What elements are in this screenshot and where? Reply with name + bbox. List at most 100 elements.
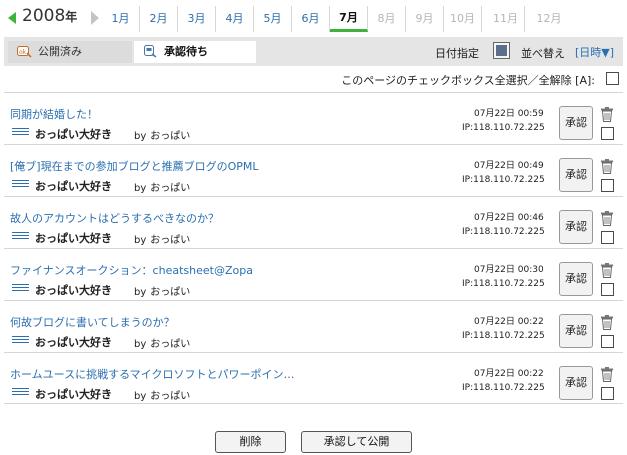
entry-title-link[interactable]: [俺ブ]現在までの参加ブログと推薦ブログのOPML xyxy=(10,158,259,174)
date-filter-label: 日付指定 xyxy=(435,47,479,60)
blog-name[interactable]: おっぱい大好き xyxy=(35,282,112,298)
entry-checkbox[interactable] xyxy=(601,231,614,244)
entry-ip: IP:118.110.72.225 xyxy=(462,279,545,289)
approve-button[interactable]: 承認 xyxy=(559,106,593,140)
month-tab-6[interactable]: 6月 xyxy=(292,6,330,32)
entry-title-link[interactable]: 故人のアカウントはどうするべきなのか？ xyxy=(10,210,219,226)
approve-button[interactable]: 承認 xyxy=(559,262,593,296)
month-tab-4[interactable]: 4月 xyxy=(216,6,254,32)
entry-checkbox[interactable] xyxy=(601,335,614,348)
by-label: by xyxy=(134,287,147,298)
byline: by おっぱい xyxy=(134,387,190,402)
entry-checkbox[interactable] xyxy=(601,127,614,140)
entry-checkbox[interactable] xyxy=(601,179,614,192)
byline: by おっぱい xyxy=(134,127,190,142)
entry-date: 07月22日 00:22 xyxy=(474,317,544,327)
year-label: 2008年 xyxy=(22,6,77,26)
byline: by おっぱい xyxy=(134,283,190,298)
blog-entry-icon xyxy=(12,180,29,189)
trash-icon[interactable] xyxy=(600,211,614,226)
trash-icon[interactable] xyxy=(600,263,614,278)
trash-icon[interactable] xyxy=(600,367,614,382)
toolbar: ok 公開済み 承認待ち 日付指定 並べ替え [日時▼] xyxy=(4,37,623,66)
approve-and-publish-button[interactable]: 承認して公開 xyxy=(301,431,412,453)
delete-button[interactable]: 削除 xyxy=(215,431,286,453)
author-name[interactable]: おっぱい xyxy=(150,131,190,142)
author-name[interactable]: おっぱい xyxy=(150,287,190,298)
blog-entry-icon xyxy=(12,232,29,241)
previous-year-arrow-icon[interactable] xyxy=(8,12,16,24)
list-item: ホームユースに挑戦するマイクロソフトとパワーポイン… おっぱい大好き by おっぱ… xyxy=(4,352,623,404)
author-name[interactable]: おっぱい xyxy=(150,391,190,402)
blog-name[interactable]: おっぱい大好き xyxy=(35,334,112,350)
blog-entry-icon xyxy=(12,336,29,345)
byline: by おっぱい xyxy=(134,231,190,246)
month-navigation: 2008年 1月 2月 3月 4月 5月 6月 7月 8月 9月 10月 11月… xyxy=(0,0,627,34)
month-tab-1[interactable]: 1月 xyxy=(102,6,140,32)
tab-pending[interactable]: 承認待ち xyxy=(134,41,256,63)
pending-entry-icon xyxy=(144,45,157,58)
entry-ip: IP:118.110.72.225 xyxy=(462,123,545,133)
approve-button[interactable]: 承認 xyxy=(559,314,593,348)
sort-select[interactable]: [日時▼] xyxy=(575,44,614,60)
svg-text:ok: ok xyxy=(19,49,27,56)
entry-checkbox[interactable] xyxy=(601,387,614,400)
calendar-icon[interactable] xyxy=(493,42,510,59)
byline: by おっぱい xyxy=(134,179,190,194)
approve-button[interactable]: 承認 xyxy=(559,158,593,192)
entry-date: 07月22日 00:49 xyxy=(474,161,544,171)
published-entry-icon: ok xyxy=(17,46,32,58)
entry-title-link[interactable]: 同期が結婚した！ xyxy=(10,106,98,122)
approve-button[interactable]: 承認 xyxy=(559,366,593,400)
tab-published-label: 公開済み xyxy=(38,45,82,58)
author-name[interactable]: おっぱい xyxy=(150,339,190,350)
list-item: 何故ブログに書いてしまうのか？ おっぱい大好き by おっぱい 07月22日 00… xyxy=(4,300,623,352)
by-label: by xyxy=(134,235,147,246)
approve-button[interactable]: 承認 xyxy=(559,210,593,244)
trash-icon[interactable] xyxy=(600,159,614,174)
entry-title-link[interactable]: ホームユースに挑戦するマイクロソフトとパワーポイン… xyxy=(10,366,294,382)
select-all-checkbox[interactable] xyxy=(606,72,619,85)
entry-checkbox[interactable] xyxy=(601,283,614,296)
blog-name[interactable]: おっぱい大好き xyxy=(35,230,112,246)
blog-name[interactable]: おっぱい大好き xyxy=(35,178,112,194)
month-tab-8: 8月 xyxy=(368,6,406,32)
entry-title-link[interactable]: 何故ブログに書いてしまうのか？ xyxy=(10,314,175,330)
entry-ip: IP:118.110.72.225 xyxy=(462,227,545,237)
month-tab-3[interactable]: 3月 xyxy=(178,6,216,32)
blog-entry-icon xyxy=(12,284,29,293)
entry-date: 07月22日 00:30 xyxy=(474,265,544,275)
tab-pending-label: 承認待ち xyxy=(164,45,208,58)
month-tab-10: 10月 xyxy=(444,6,482,32)
entry-ip: IP:118.110.72.225 xyxy=(462,331,545,341)
select-all-label: このページのチェックボックス全選択／全解除 [A]: xyxy=(341,74,595,87)
by-label: by xyxy=(134,183,147,194)
month-tab-7[interactable]: 7月 xyxy=(330,6,368,32)
author-name[interactable]: おっぱい xyxy=(150,235,190,246)
blog-entry-icon xyxy=(12,128,29,137)
month-tab-5[interactable]: 5月 xyxy=(254,6,292,32)
entry-date: 07月22日 00:22 xyxy=(474,369,544,379)
year-suffix: 年 xyxy=(65,10,78,24)
blog-entry-icon xyxy=(12,388,29,397)
month-tab-9: 9月 xyxy=(406,6,444,32)
trash-icon[interactable] xyxy=(600,107,614,122)
select-all-row: このページのチェックボックス全選択／全解除 [A]: xyxy=(319,72,619,87)
blog-name[interactable]: おっぱい大好き xyxy=(35,386,112,402)
entry-title-link[interactable]: ファイナンスオークション：cheatsheet@Zopa xyxy=(10,262,253,278)
entry-date: 07月22日 00:46 xyxy=(474,213,544,223)
list-item: [俺ブ]現在までの参加ブログと推薦ブログのOPML おっぱい大好き by おっぱい… xyxy=(4,144,623,196)
entry-date: 07月22日 00:59 xyxy=(474,109,544,119)
trash-icon[interactable] xyxy=(600,315,614,330)
author-name[interactable]: おっぱい xyxy=(150,183,190,194)
tab-published[interactable]: ok 公開済み xyxy=(8,41,132,63)
month-tab-2[interactable]: 2月 xyxy=(140,6,178,32)
by-label: by xyxy=(134,131,147,142)
by-label: by xyxy=(134,391,147,402)
next-year-arrow-icon xyxy=(90,11,100,25)
entry-ip: IP:118.110.72.225 xyxy=(462,383,545,393)
by-label: by xyxy=(134,339,147,350)
byline: by おっぱい xyxy=(134,335,190,350)
pending-entry-list: 同期が結婚した！ おっぱい大好き by おっぱい 07月22日 00:59 IP:… xyxy=(4,92,623,404)
blog-name[interactable]: おっぱい大好き xyxy=(35,126,112,142)
